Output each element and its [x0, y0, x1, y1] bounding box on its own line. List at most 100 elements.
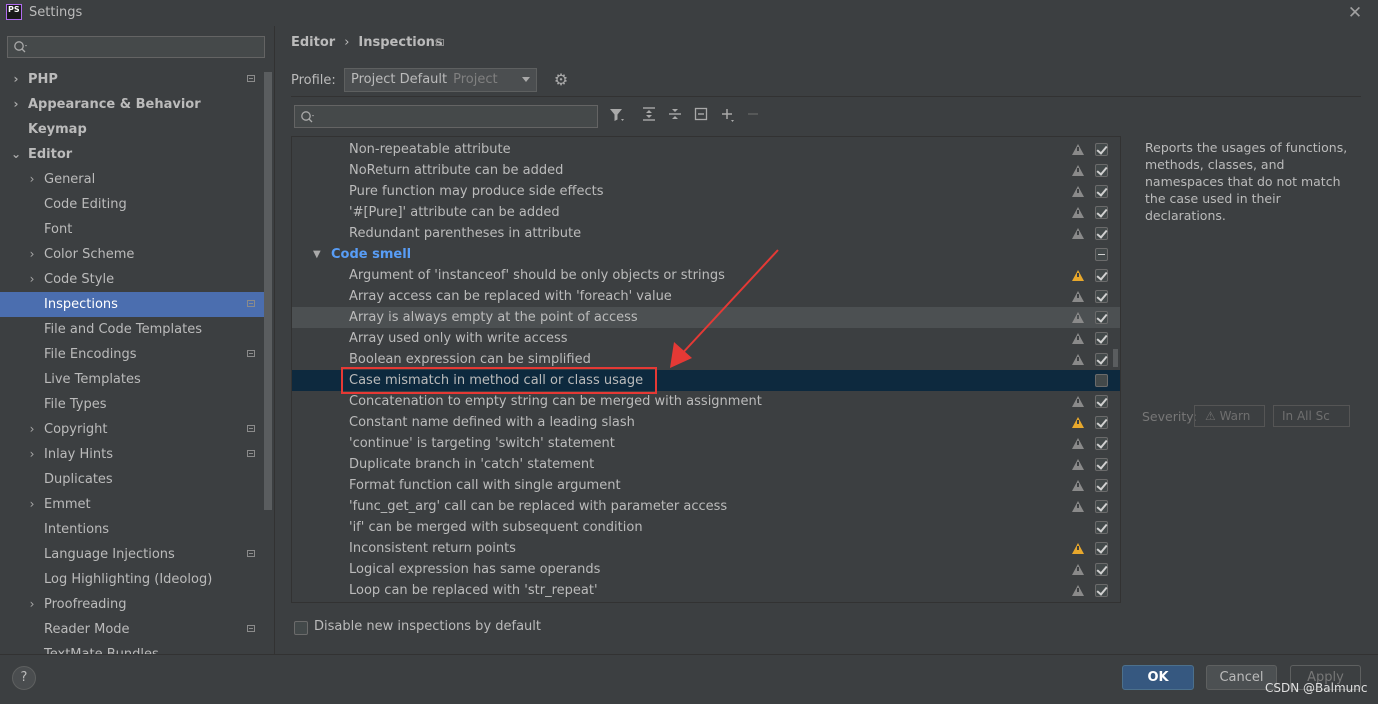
- help-button[interactable]: ?: [12, 666, 36, 690]
- chevron-right-icon[interactable]: ›: [26, 167, 38, 192]
- inspection-checkbox[interactable]: [1095, 248, 1108, 261]
- inspection-checkbox[interactable]: [1095, 185, 1108, 198]
- inspection-row[interactable]: Inconsistent return points: [292, 538, 1120, 559]
- inspection-checkbox[interactable]: [1095, 206, 1108, 219]
- sidebar-item[interactable]: › Inlay Hints: [0, 442, 266, 467]
- chevron-right-icon[interactable]: ›: [26, 592, 38, 617]
- inspection-row[interactable]: Logical expression has same operands: [292, 559, 1120, 580]
- sidebar-item-label: Code Style: [44, 272, 115, 287]
- sidebar-item[interactable]: Code Editing: [0, 192, 266, 217]
- inspection-checkbox[interactable]: [1095, 290, 1108, 303]
- chevron-right-icon[interactable]: ›: [26, 442, 38, 467]
- inspection-row[interactable]: '#[Pure]' attribute can be added: [292, 202, 1120, 223]
- chevron-right-icon[interactable]: ›: [26, 242, 38, 267]
- inspection-checkbox[interactable]: [1095, 437, 1108, 450]
- inspection-checkbox[interactable]: [1095, 521, 1108, 534]
- chevron-right-icon[interactable]: ›: [26, 492, 38, 517]
- inspection-search-input[interactable]: [294, 105, 598, 128]
- settings-search-input[interactable]: [7, 36, 265, 58]
- sidebar-scrollbar[interactable]: [264, 72, 272, 510]
- sidebar-item[interactable]: › Proofreading: [0, 592, 266, 617]
- inspection-checkbox[interactable]: [1095, 584, 1108, 597]
- reset-icon[interactable]: [691, 106, 711, 126]
- sidebar-item[interactable]: Language Injections: [0, 542, 266, 567]
- ok-button[interactable]: OK: [1122, 665, 1194, 690]
- inspection-checkbox[interactable]: [1095, 311, 1108, 324]
- sidebar-item[interactable]: Reader Mode: [0, 617, 266, 642]
- sidebar-item[interactable]: Live Templates: [0, 367, 266, 392]
- inspection-checkbox[interactable]: [1095, 395, 1108, 408]
- inspection-row[interactable]: 'continue' is targeting 'switch' stateme…: [292, 433, 1120, 454]
- inspection-checkbox[interactable]: [1095, 500, 1108, 513]
- inspection-scrollbar[interactable]: [1113, 349, 1118, 367]
- inspection-checkbox[interactable]: [1095, 227, 1108, 240]
- sidebar-item[interactable]: File Types: [0, 392, 266, 417]
- filter-icon[interactable]: [607, 106, 627, 126]
- inspection-checkbox[interactable]: [1095, 563, 1108, 576]
- inspection-name: Format function call with single argumen…: [349, 478, 621, 493]
- inspection-checkbox[interactable]: [1095, 416, 1108, 429]
- breadcrumb-parent[interactable]: Editor: [291, 35, 335, 50]
- header-divider: [291, 96, 1361, 97]
- sidebar-item[interactable]: Font: [0, 217, 266, 242]
- inspection-row[interactable]: Redundant parentheses in attribute: [292, 223, 1120, 244]
- chevron-right-icon[interactable]: ›: [26, 417, 38, 442]
- sidebar-item[interactable]: › General: [0, 167, 266, 192]
- inspection-row[interactable]: 'if' can be merged with subsequent condi…: [292, 517, 1120, 538]
- inspection-checkbox[interactable]: [1095, 458, 1108, 471]
- sidebar-item[interactable]: File Encodings: [0, 342, 266, 367]
- scope-dropdown[interactable]: In All Sc: [1273, 405, 1350, 427]
- inspection-checkbox[interactable]: [1095, 542, 1108, 555]
- sidebar-item[interactable]: › Color Scheme: [0, 242, 266, 267]
- close-icon[interactable]: ✕: [1344, 2, 1366, 24]
- inspection-checkbox[interactable]: [1095, 269, 1108, 282]
- inspection-row[interactable]: Duplicate branch in 'catch' statement: [292, 454, 1120, 475]
- chevron-down-icon[interactable]: ▼: [313, 244, 321, 265]
- breadcrumb-current: Inspections: [358, 35, 443, 50]
- inspection-checkbox[interactable]: [1095, 332, 1108, 345]
- inspection-row[interactable]: NoReturn attribute can be added: [292, 160, 1120, 181]
- inspection-checkbox[interactable]: [1095, 479, 1108, 492]
- sidebar-item[interactable]: Inspections: [0, 292, 266, 317]
- expand-all-icon[interactable]: [639, 106, 659, 126]
- chevron-right-icon[interactable]: ›: [10, 92, 22, 117]
- sidebar-item[interactable]: File and Code Templates: [0, 317, 266, 342]
- sidebar-item[interactable]: TextMate Bundles: [0, 642, 266, 654]
- inspection-checkbox[interactable]: [1095, 374, 1108, 387]
- sidebar-item[interactable]: ⌄ Editor: [0, 142, 266, 167]
- collapse-all-icon[interactable]: [665, 106, 685, 126]
- sidebar-item[interactable]: Log Highlighting (Ideolog): [0, 567, 266, 592]
- severity-dropdown[interactable]: ⚠ Warn: [1194, 405, 1265, 427]
- sidebar-item[interactable]: Intentions: [0, 517, 266, 542]
- inspection-row[interactable]: Pure function may produce side effects: [292, 181, 1120, 202]
- gear-icon[interactable]: ⚙: [552, 71, 570, 89]
- disable-new-inspections-checkbox[interactable]: [294, 621, 308, 635]
- sidebar-item[interactable]: › Emmet: [0, 492, 266, 517]
- sidebar-item[interactable]: › PHP: [0, 67, 266, 92]
- remove-icon[interactable]: [743, 106, 763, 126]
- sidebar-item[interactable]: Duplicates: [0, 467, 266, 492]
- inspection-checkbox[interactable]: [1095, 143, 1108, 156]
- inspection-row[interactable]: Loop can be replaced with 'str_repeat': [292, 580, 1120, 601]
- sidebar-item[interactable]: › Copyright: [0, 417, 266, 442]
- inspection-row[interactable]: Concatenation to empty string can be mer…: [292, 391, 1120, 412]
- disable-new-inspections-label[interactable]: Disable new inspections by default: [314, 619, 541, 634]
- inspection-row[interactable]: 'func_get_arg' call can be replaced with…: [292, 496, 1120, 517]
- inspection-row[interactable]: Constant name defined with a leading sla…: [292, 412, 1120, 433]
- panel-divider[interactable]: [274, 26, 275, 654]
- highlight-box: [341, 367, 657, 394]
- inspection-row[interactable]: Format function call with single argumen…: [292, 475, 1120, 496]
- chevron-right-icon[interactable]: ›: [26, 267, 38, 292]
- sidebar-item[interactable]: › Appearance & Behavior: [0, 92, 266, 117]
- inspection-row[interactable]: Non-repeatable attribute: [292, 139, 1120, 160]
- sidebar-item[interactable]: › Code Style: [0, 267, 266, 292]
- chevron-right-icon[interactable]: ›: [10, 67, 22, 92]
- inspection-name: Duplicate branch in 'catch' statement: [349, 457, 595, 472]
- sidebar-item-label: File and Code Templates: [44, 322, 202, 337]
- sidebar-item[interactable]: Keymap: [0, 117, 266, 142]
- add-icon[interactable]: [718, 106, 738, 126]
- inspection-checkbox[interactable]: [1095, 353, 1108, 366]
- inspection-checkbox[interactable]: [1095, 164, 1108, 177]
- profile-dropdown[interactable]: Project Default Project: [344, 68, 537, 92]
- chevron-down-icon[interactable]: ⌄: [10, 142, 22, 167]
